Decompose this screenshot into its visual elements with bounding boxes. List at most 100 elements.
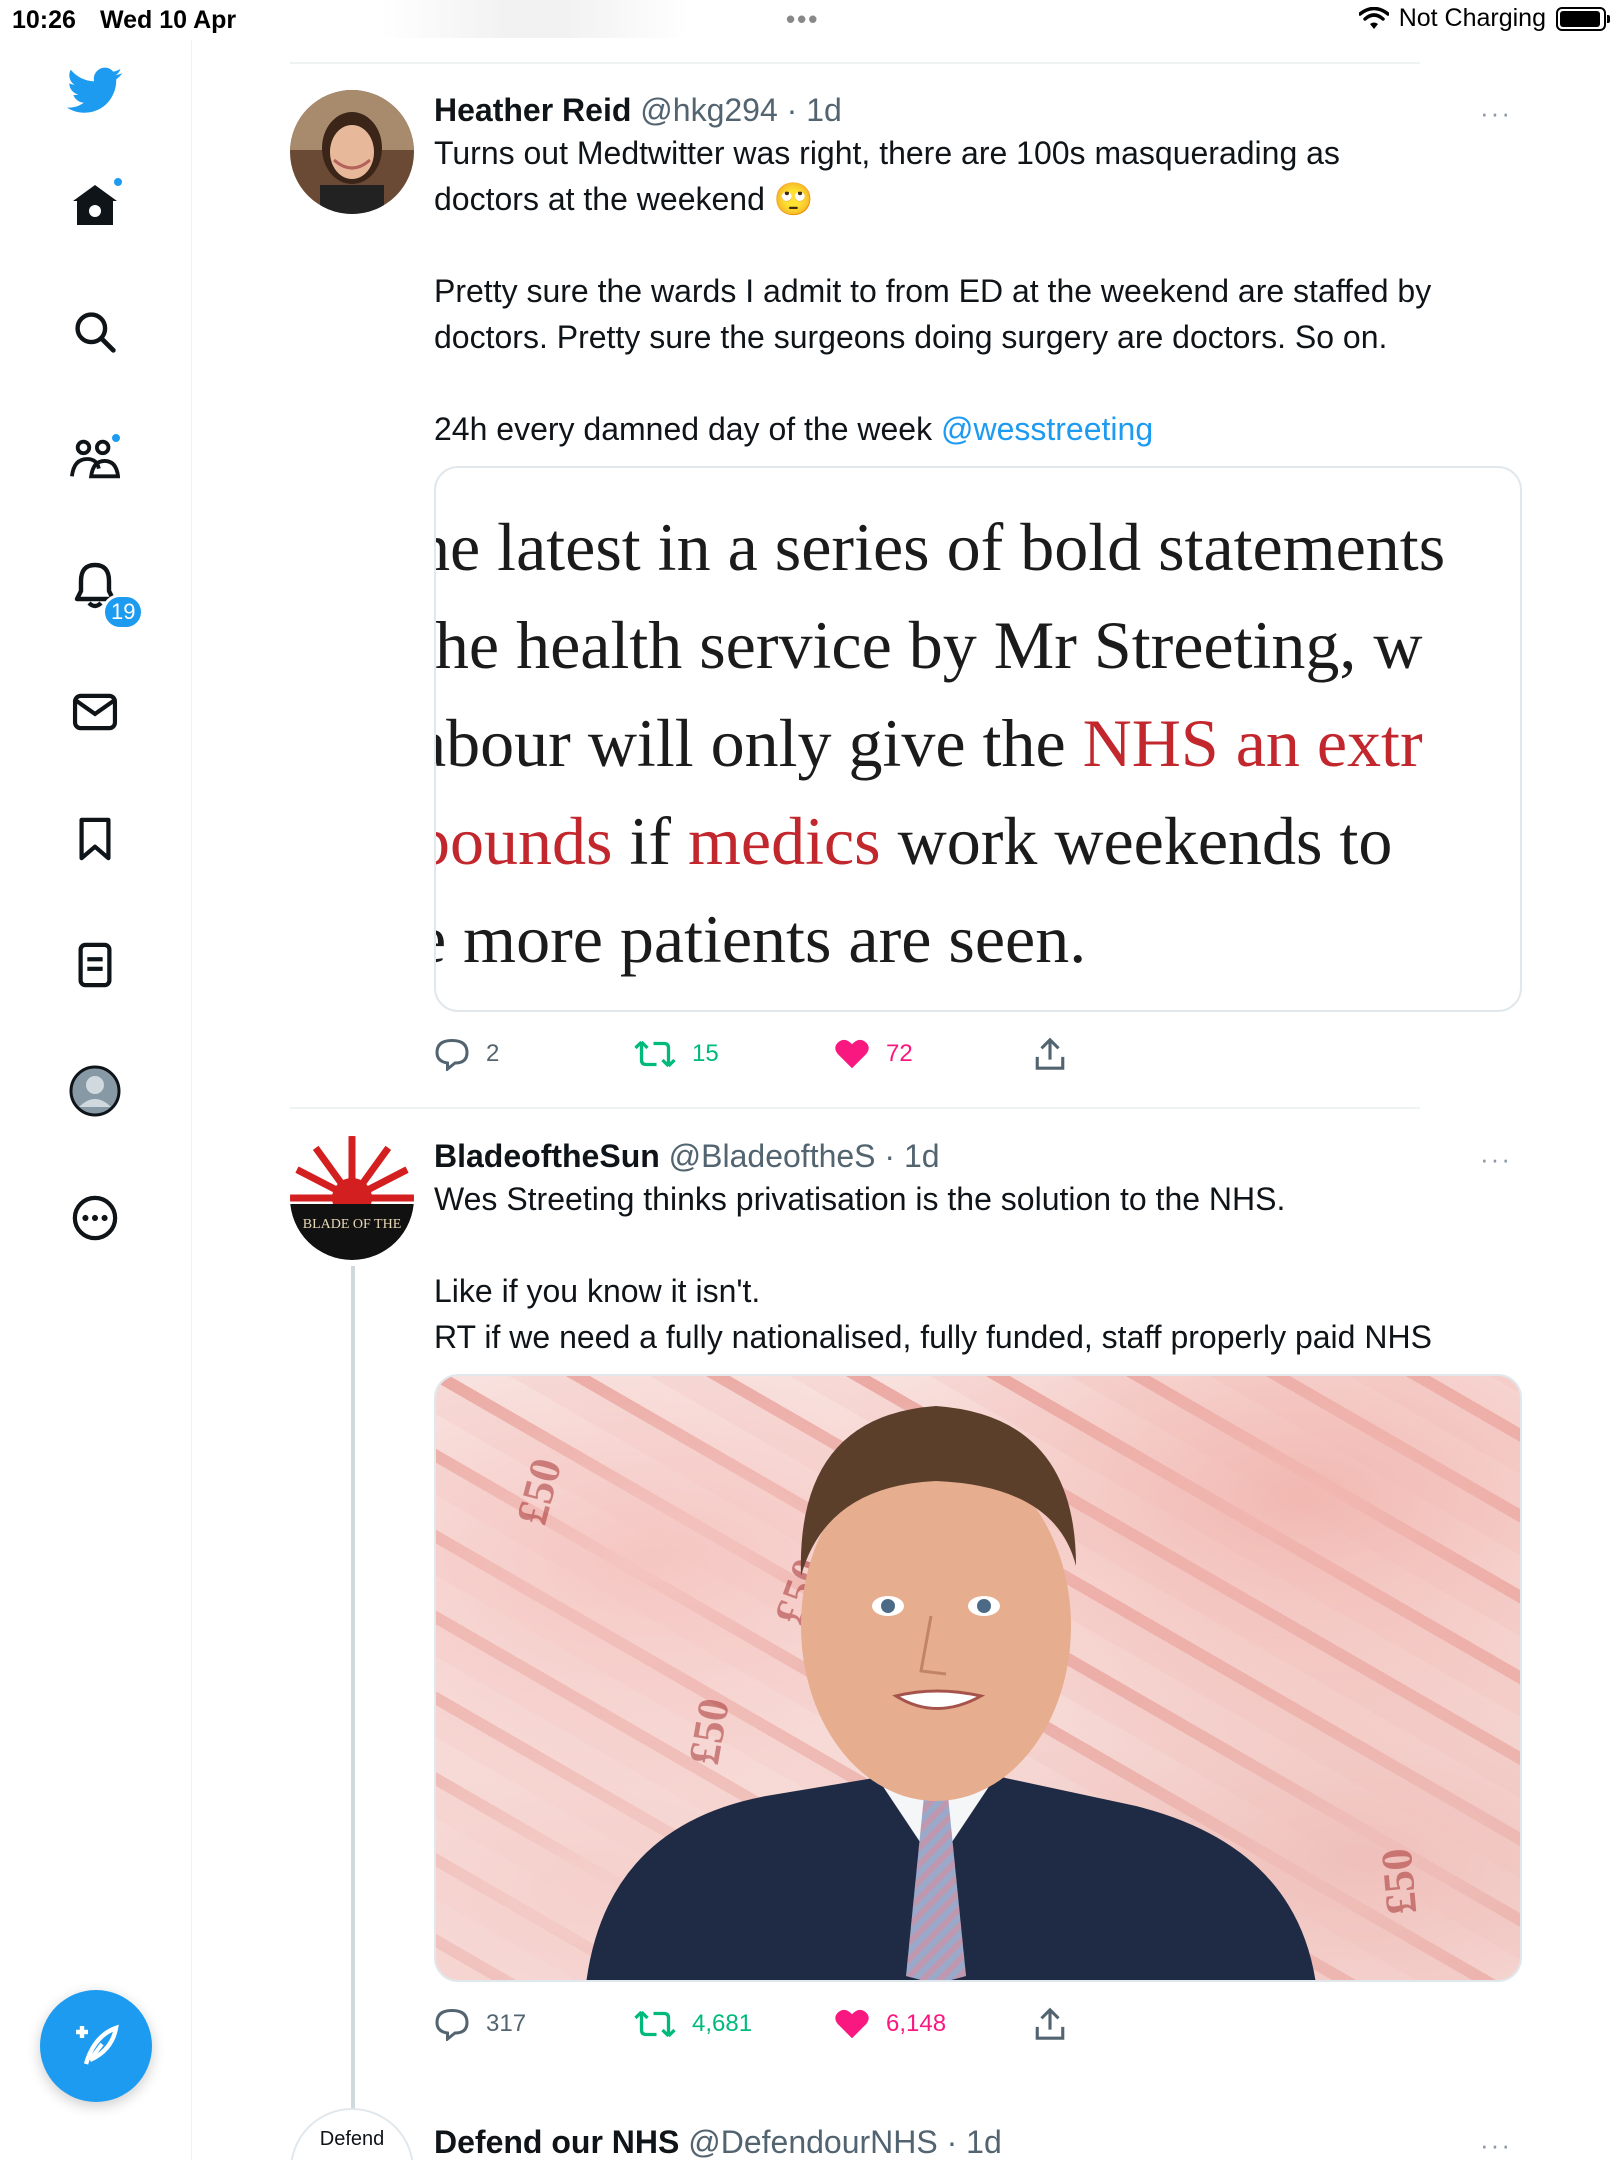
share-button[interactable]	[1034, 1037, 1234, 1071]
heart-icon	[835, 2009, 869, 2039]
battery-icon	[1556, 6, 1610, 31]
article-segment: abour will only give the	[434, 705, 1083, 781]
reply-button[interactable]: 2	[434, 1037, 634, 1071]
communities-icon[interactable]	[60, 424, 130, 494]
like-count: 6,148	[886, 2010, 947, 2037]
twitter-logo-icon[interactable]	[60, 56, 130, 126]
more-icon[interactable]	[60, 1183, 130, 1253]
tweet-content: Heather Reid @hkg294 · 1d ··· Turns out …	[434, 90, 1522, 1074]
eye-roll-emoji-icon: 🙄	[773, 181, 814, 217]
reply-icon	[435, 1038, 469, 1071]
avatar[interactable]: BLADE OF THE	[290, 1136, 414, 1260]
tweet-time[interactable]: 1d	[904, 1138, 940, 1174]
retweet-count: 4,681	[692, 2010, 753, 2037]
battery-level	[1560, 10, 1600, 27]
tweet-content: Defend our NHS @DefendourNHS · 1d ···	[434, 2122, 1522, 2160]
like-button[interactable]: 72	[834, 1038, 1034, 1070]
retweet-button[interactable]: 15	[634, 1039, 834, 1069]
tweet-actions: 317 4,681 6,148	[434, 2004, 1522, 2044]
status-bar-blur	[380, 0, 690, 38]
reply-icon	[435, 2008, 469, 2041]
author-handle[interactable]: @DefendourNHS	[688, 2124, 937, 2160]
tweet-image[interactable]: £50 £50 £50 £50	[434, 1374, 1522, 1982]
tweet-text-segment: doctors at the weekend	[434, 181, 765, 217]
tweet-header: Defend our NHS @DefendourNHS · 1d	[434, 2122, 1522, 2160]
article-line: pounds if medics work weekends to	[434, 792, 1520, 890]
home-unread-dot	[112, 176, 124, 188]
article-segment: if	[612, 803, 689, 879]
reply-button[interactable]: 317	[434, 2007, 634, 2041]
author-handle[interactable]: @BladeoftheS	[669, 1138, 876, 1174]
reply-count: 317	[486, 2010, 527, 2037]
timeline: Heather Reid @hkg294 · 1d ··· Turns out …	[192, 40, 1620, 2160]
tweet-time[interactable]: 1d	[806, 92, 842, 128]
heart-icon	[835, 1039, 869, 1069]
tweet-more-icon[interactable]: ···	[1480, 1144, 1512, 1175]
bookmarks-icon[interactable]	[60, 804, 130, 874]
avatar[interactable]	[290, 90, 414, 214]
sidebar: 19	[0, 40, 192, 2160]
status-bar: 10:26 Wed 10 Apr ••• Not Charging	[0, 0, 1620, 40]
avatar-text: BLADE OF THE	[303, 1217, 402, 1232]
tweet-more-icon[interactable]: ···	[1480, 98, 1512, 129]
notifications-badge: 19	[102, 594, 145, 630]
tweet-text-line: 24h every damned day of the week @wesstr…	[434, 406, 1522, 452]
author-name[interactable]: Heather Reid	[434, 92, 631, 128]
like-button[interactable]: 6,148	[834, 2008, 1034, 2040]
article-line: the health service by Mr Streeting, w	[434, 607, 1423, 683]
status-time: 10:26	[12, 6, 76, 34]
article-line: he latest in a series of bold statements	[434, 509, 1446, 585]
share-button[interactable]	[1034, 2007, 1234, 2041]
author-name[interactable]: Defend our NHS	[434, 2124, 679, 2160]
article-highlight: NHS an extr	[1082, 705, 1423, 781]
reply-count: 2	[486, 1040, 500, 1067]
tweet-time[interactable]: 1d	[966, 2124, 1002, 2160]
mention-link[interactable]: @wesstreeting	[941, 411, 1153, 447]
tweet-text-line: Pretty sure the wards I admit to from ED…	[434, 273, 1432, 309]
tweet-text-line: doctors. Pretty sure the surgeons doing …	[434, 319, 1388, 355]
status-right: Not Charging	[1358, 4, 1610, 33]
author-handle[interactable]: @hkg294	[640, 92, 777, 128]
author-name[interactable]: BladeoftheSun	[434, 1138, 660, 1174]
charging-status: Not Charging	[1398, 4, 1546, 32]
tweet-text: Turns out Medtwitter was right, there ar…	[434, 130, 1522, 452]
tweet-image[interactable]: he latest in a series of bold statements…	[434, 466, 1522, 1012]
retweet-button[interactable]: 4,681	[634, 2009, 834, 2039]
avatar[interactable]: Defend	[290, 2108, 414, 2160]
share-icon	[1035, 1037, 1065, 1070]
tweet-text-segment: 24h every damned day of the week	[434, 411, 941, 447]
article-line: abour will only give the NHS an extr	[434, 694, 1520, 792]
home-icon[interactable]	[60, 170, 130, 240]
article-line: e more patients are seen.	[434, 901, 1087, 977]
lists-icon[interactable]	[60, 930, 130, 1000]
share-icon	[1035, 2007, 1065, 2040]
article-highlight: medics	[688, 803, 881, 879]
multitasking-dots-icon[interactable]: •••	[786, 4, 819, 35]
tweet-actions: 2 15 72	[434, 1034, 1522, 1074]
retweet-icon	[634, 1040, 676, 1068]
tweet-content: BladeoftheSun @BladeoftheS · 1d ··· Wes …	[434, 1136, 1522, 2044]
tweet-more-icon[interactable]: ···	[1480, 2130, 1512, 2160]
tweet-text-line: Like if you know it isn't.	[434, 1273, 761, 1309]
profile-icon[interactable]	[60, 1056, 130, 1126]
separator: ·	[786, 92, 798, 128]
messages-icon[interactable]	[60, 677, 130, 747]
divider	[290, 62, 1420, 64]
article-highlight: pounds	[434, 803, 613, 879]
person-photo	[586, 1406, 1316, 1980]
wifi-icon	[1358, 6, 1389, 29]
like-count: 72	[886, 1040, 913, 1067]
compose-tweet-icon	[76, 2024, 119, 2065]
thread-line	[351, 1266, 355, 2136]
retweet-count: 15	[692, 1040, 719, 1067]
separator: ·	[946, 2124, 958, 2160]
retweet-icon	[634, 2010, 676, 2038]
tweet-text: Wes Streeting thinks privatisation is th…	[434, 1176, 1522, 1360]
search-icon[interactable]	[60, 297, 130, 367]
avatar-text: Defend	[319, 2128, 385, 2150]
separator: ·	[884, 1138, 896, 1174]
status-date: Wed 10 Apr	[100, 6, 237, 34]
compose-tweet-button[interactable]	[40, 1990, 152, 2102]
tweet-text-line: RT if we need a fully nationalised, full…	[434, 1319, 1432, 1355]
tweet-header: BladeoftheSun @BladeoftheS · 1d	[434, 1136, 1522, 1176]
